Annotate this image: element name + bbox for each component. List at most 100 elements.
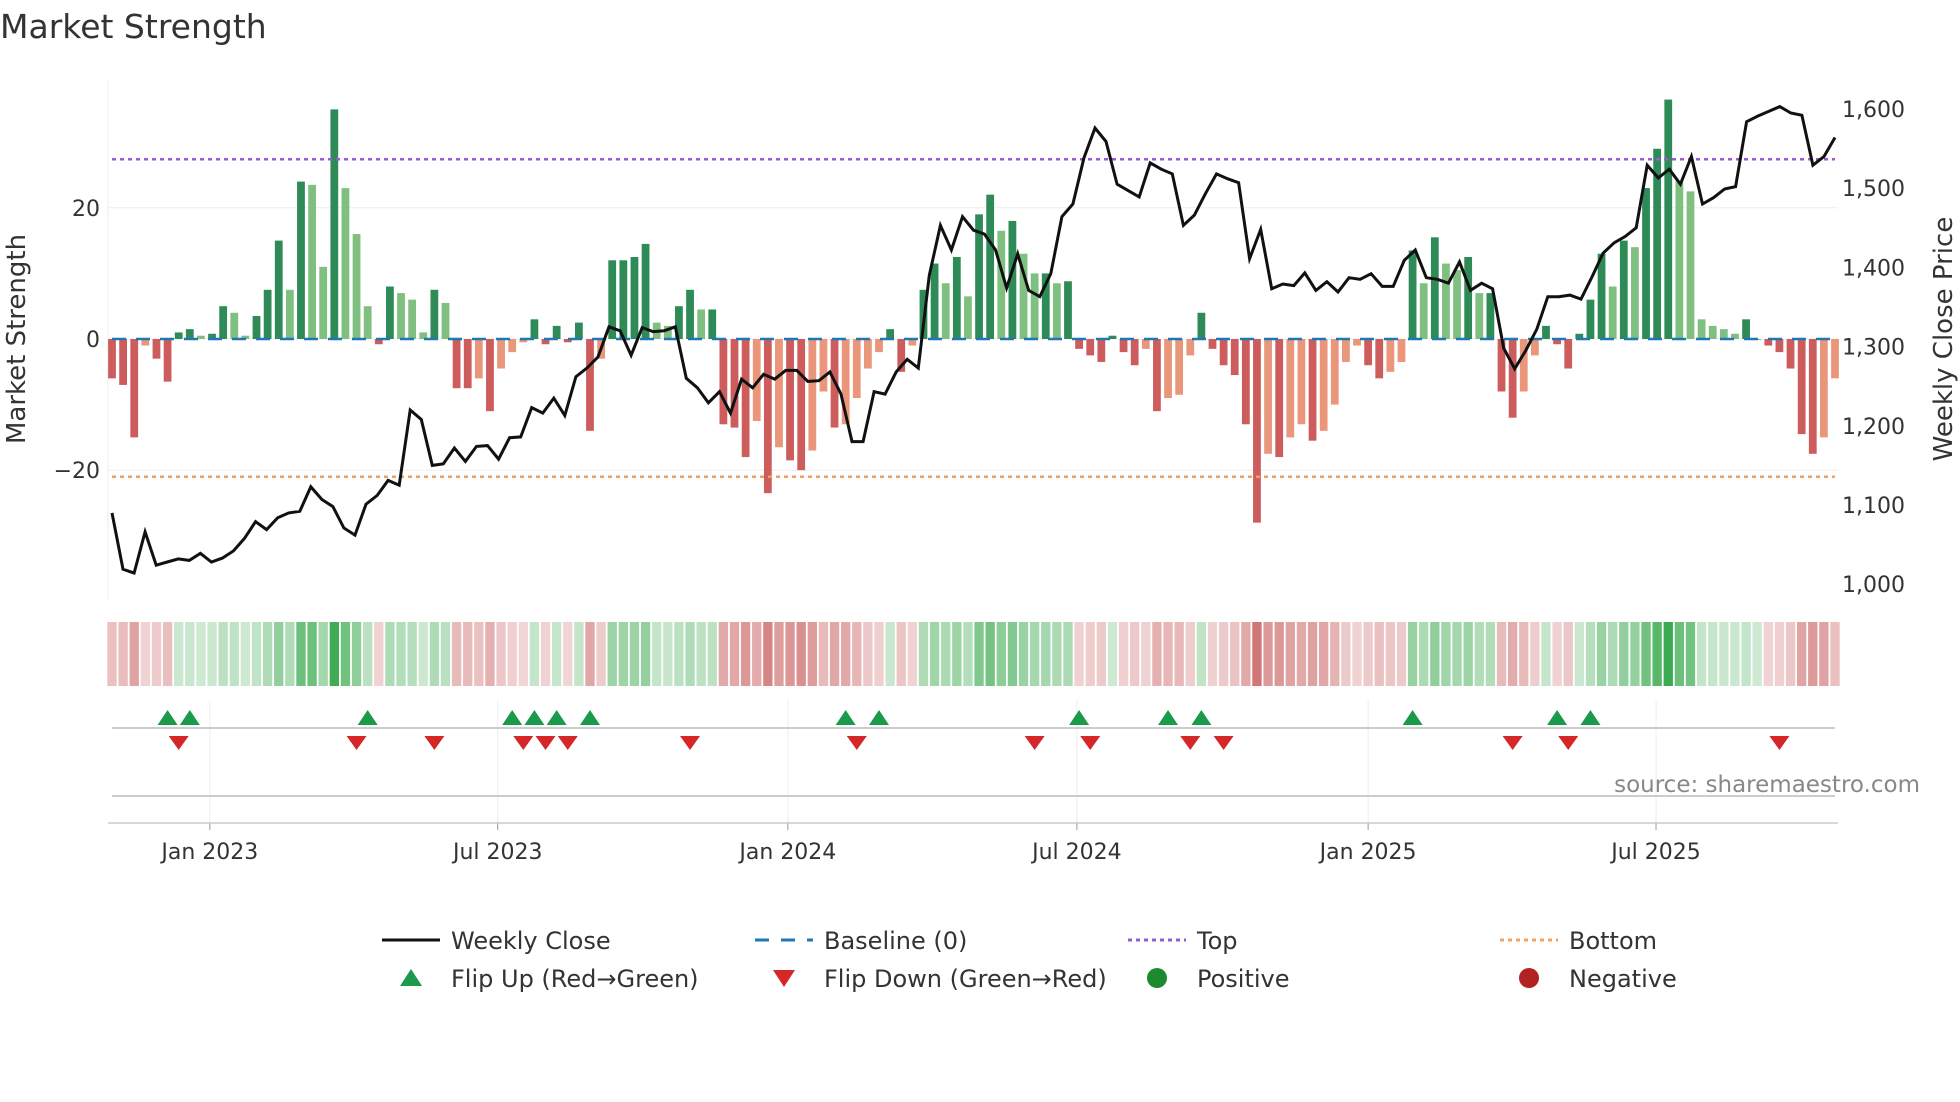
y-tick-label: 0 bbox=[86, 328, 100, 353]
strength-heat-cell bbox=[551, 622, 562, 686]
legend-label: Top bbox=[1196, 927, 1238, 955]
bar-positive bbox=[1542, 325, 1550, 339]
legend-circle-icon bbox=[1519, 968, 1539, 988]
strength-heat-cell bbox=[1574, 622, 1584, 686]
strength-heat-cell bbox=[285, 622, 295, 686]
strength-heat-cell bbox=[1419, 622, 1429, 686]
strength-heat-cell bbox=[1808, 622, 1818, 686]
bar-negative bbox=[1164, 339, 1172, 399]
strength-heat-cell bbox=[585, 622, 595, 686]
strength-heat-cell bbox=[463, 622, 473, 686]
strength-heat-cell bbox=[496, 622, 506, 686]
strength-heat-cell bbox=[929, 622, 940, 686]
strength-heat-cell bbox=[374, 622, 384, 686]
bar-positive bbox=[308, 184, 316, 339]
strength-heat-cell bbox=[296, 622, 306, 686]
strength-heat-cell bbox=[485, 622, 495, 686]
y2-axis-label: Weekly Close Price bbox=[1929, 217, 1959, 462]
flip-up-marker bbox=[502, 710, 523, 725]
strength-heat-cell bbox=[1741, 622, 1751, 686]
bar-positive bbox=[1052, 283, 1061, 339]
strength-heat-cell bbox=[507, 622, 517, 686]
flip-down-marker bbox=[557, 736, 578, 750]
strength-heat-cell bbox=[1530, 622, 1540, 686]
bar-negative bbox=[852, 339, 861, 399]
legend-label: Weekly Close bbox=[451, 927, 611, 955]
strength-heat-cell bbox=[1218, 622, 1229, 686]
bar-positive bbox=[552, 325, 561, 339]
bar-positive bbox=[1586, 299, 1595, 339]
strength-heat-cell bbox=[1796, 622, 1807, 686]
bar-negative bbox=[1364, 339, 1373, 366]
source-label: source: sharemaestro.com bbox=[1614, 772, 1920, 798]
bar-negative bbox=[1119, 339, 1128, 353]
bar-positive bbox=[1608, 286, 1617, 339]
bar-positive bbox=[708, 309, 717, 339]
bar-negative bbox=[864, 339, 872, 369]
legend-label: Bottom bbox=[1569, 927, 1657, 955]
strength-heat-cell bbox=[685, 622, 695, 686]
x-tick-label: Jul 2023 bbox=[451, 840, 543, 865]
bar-negative bbox=[1130, 339, 1139, 366]
strength-heat-cell bbox=[540, 622, 551, 686]
strength-heat-cell bbox=[385, 622, 395, 686]
strength-heat-cell bbox=[1752, 622, 1762, 686]
flip-down-marker bbox=[346, 736, 367, 750]
strength-heat-cell bbox=[229, 622, 239, 686]
bar-negative bbox=[1297, 339, 1306, 425]
strength-heat-cell bbox=[1830, 622, 1840, 686]
strength-heat-cell bbox=[941, 622, 951, 686]
strength-heat-cell bbox=[1252, 622, 1262, 686]
x-tick-label: Jan 2024 bbox=[737, 840, 836, 865]
bar-negative bbox=[1397, 339, 1406, 362]
strength-heat-cell bbox=[1563, 622, 1573, 686]
strength-heat-cell bbox=[707, 622, 717, 686]
strength-heat-cell bbox=[307, 622, 317, 686]
strength-heat-cell bbox=[340, 622, 351, 686]
strength-heat-cell bbox=[663, 622, 673, 686]
strength-heat-cell bbox=[763, 622, 773, 686]
strength-heat-cell bbox=[1274, 622, 1284, 686]
bar-positive bbox=[1719, 329, 1728, 339]
strength-heat-cell bbox=[974, 622, 984, 686]
bar-negative bbox=[1230, 339, 1239, 376]
flip-up-marker bbox=[1547, 710, 1568, 725]
strength-heat-cell bbox=[729, 622, 740, 686]
bar-negative bbox=[1375, 339, 1384, 379]
bar-negative bbox=[1797, 339, 1806, 435]
strength-heat-cell bbox=[952, 622, 962, 686]
bar-negative bbox=[808, 339, 817, 451]
y2-tick-label: 1,000 bbox=[1842, 573, 1905, 598]
bar-negative bbox=[474, 339, 483, 379]
strength-heat-cell bbox=[1407, 622, 1418, 686]
bar-negative bbox=[1253, 339, 1261, 523]
bar-positive bbox=[1030, 273, 1039, 339]
bar-positive bbox=[1419, 283, 1428, 339]
strength-heat-cell bbox=[752, 622, 762, 686]
bar-negative bbox=[1530, 339, 1539, 356]
bar-positive bbox=[285, 289, 294, 339]
flip-down-icon bbox=[773, 970, 795, 987]
y-tick-label: 20 bbox=[72, 197, 100, 222]
legend-label: Flip Up (Red→Green) bbox=[451, 965, 699, 993]
flip-up-marker bbox=[579, 710, 600, 725]
chart-container: Market Strength 20 0 −20 1,600 1,500 1,400 1,30… bbox=[0, 0, 1960, 1102]
bar-positive bbox=[230, 312, 239, 339]
strength-heat-cell bbox=[1363, 622, 1373, 686]
flip-up-marker bbox=[1069, 710, 1090, 725]
flip-down-marker bbox=[535, 736, 556, 750]
strength-heat-cell bbox=[785, 622, 795, 686]
bar-negative bbox=[1186, 339, 1195, 356]
strength-heat-cell bbox=[1152, 622, 1162, 686]
strength-heat-cell bbox=[563, 622, 573, 686]
strength-heat-cell bbox=[840, 622, 851, 686]
flip-down-marker bbox=[513, 736, 534, 750]
bar-positive bbox=[697, 309, 706, 339]
strength-heat-cell bbox=[240, 622, 251, 686]
bar-positive bbox=[185, 329, 194, 339]
strength-heat-cell bbox=[407, 622, 417, 686]
strength-heat-cell bbox=[829, 622, 840, 686]
strength-heat-cell bbox=[1163, 622, 1173, 686]
bar-negative bbox=[452, 339, 461, 389]
strength-heat-cell bbox=[618, 622, 629, 686]
